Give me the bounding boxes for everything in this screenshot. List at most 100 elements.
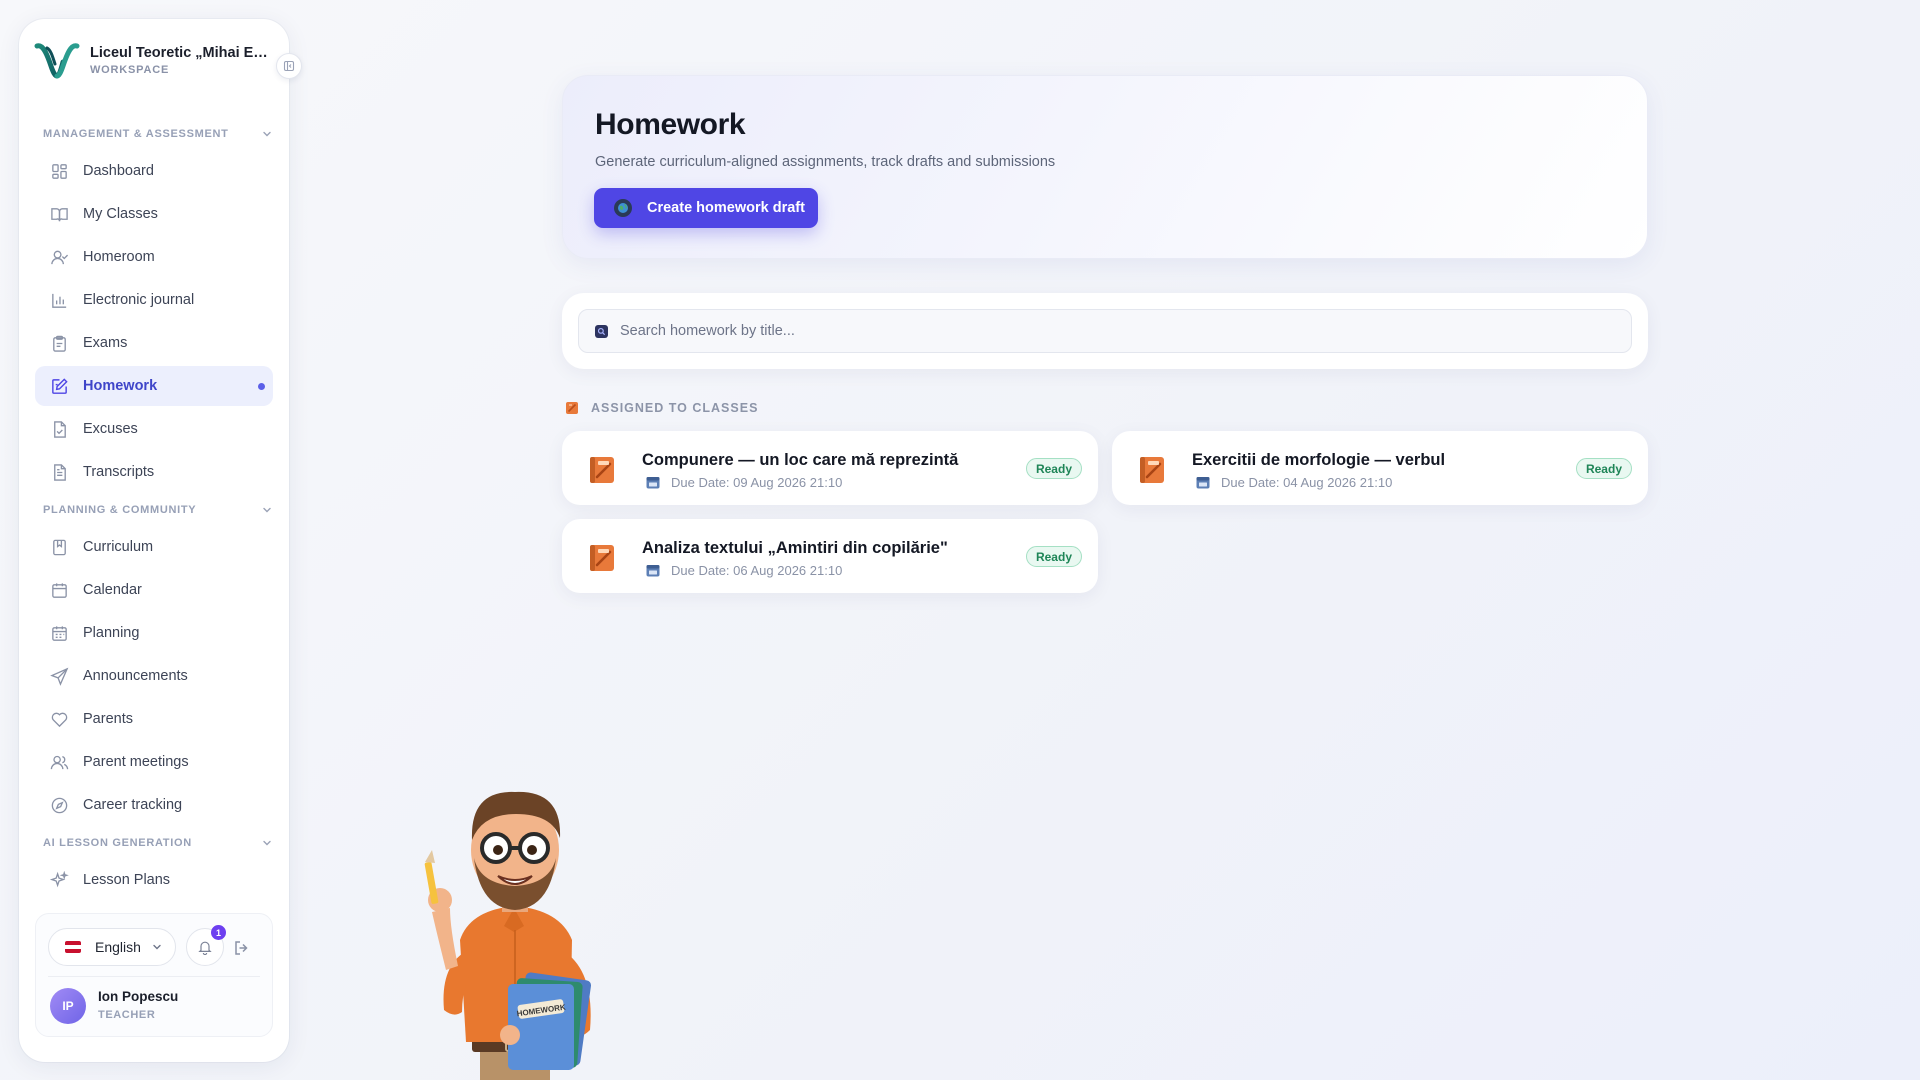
due-date-text: Due Date: 04 Aug 2026 21:10	[1221, 475, 1393, 490]
user-check-icon	[51, 250, 69, 264]
sidebar-item-exams[interactable]: Exams	[35, 323, 273, 363]
section-title: PLANNING & COMMUNITY	[43, 504, 197, 516]
bookmark-icon	[53, 539, 66, 555]
workspace-label: WORKSPACE	[90, 63, 170, 76]
school-logo-icon	[34, 43, 80, 79]
sidebar-item-homework[interactable]: Homework	[35, 366, 273, 406]
clipboard-icon	[53, 335, 66, 352]
sidebar-item-label: Parents	[83, 711, 133, 727]
assigned-section-header: ASSIGNED TO CLASSES	[565, 401, 758, 415]
sidebar-item-my-classes[interactable]: My Classes	[35, 194, 273, 234]
homework-title: Exercitii de morfologie — verbul	[1192, 451, 1446, 469]
chevron-down-icon	[153, 944, 161, 950]
create-homework-draft-button[interactable]: Create homework draft	[594, 188, 818, 228]
sidebar-item-announcements[interactable]: Announcements	[35, 656, 273, 696]
sidebar-item-label: Transcripts	[83, 464, 155, 480]
homework-due-date: Due Date: 06 Aug 2026 21:10	[646, 563, 842, 578]
bell-icon	[198, 941, 212, 955]
sidebar-item-label: Homework	[83, 378, 158, 394]
homework-book-icon	[1140, 457, 1164, 483]
sidebar-item-parent-meetings[interactable]: Parent meetings	[35, 742, 273, 782]
homework-book-icon	[590, 545, 614, 571]
flag-icon	[65, 941, 81, 953]
notifications-button[interactable]: 1	[186, 925, 226, 966]
create-button-label: Create homework draft	[647, 200, 805, 216]
file-text-icon	[54, 463, 66, 481]
homework-due-date: Due Date: 04 Aug 2026 21:10	[1196, 475, 1392, 490]
section-planning-community[interactable]: PLANNING & COMMUNITY	[43, 495, 273, 525]
due-date-text: Due Date: 06 Aug 2026 21:10	[671, 563, 843, 578]
compass-icon	[51, 797, 68, 813]
sidebar-item-lesson-plans[interactable]: Lesson Plans	[35, 860, 273, 900]
homework-title: Analiza textului „Amintiri din copilărie…	[642, 539, 948, 557]
sidebar-item-dashboard[interactable]: Dashboard	[35, 151, 273, 191]
calendar-icon	[1196, 477, 1210, 489]
section-management-assessment[interactable]: MANAGEMENT & ASSESSMENT	[43, 119, 273, 149]
search-card	[562, 293, 1648, 369]
sidebar-item-electronic-journal[interactable]: Electronic journal	[35, 280, 273, 320]
section-ai-lesson-generation[interactable]: AI LESSON GENERATION	[43, 828, 273, 858]
collapse-sidebar-button[interactable]	[276, 53, 302, 79]
sidebar-nav[interactable]: MANAGEMENT & ASSESSMENT Dashboard My Cla…	[19, 119, 289, 919]
brand[interactable]: Liceul Teoretic „Mihai Emi... WORKSPACE	[33, 36, 275, 84]
language-selector[interactable]: English	[48, 928, 176, 966]
homework-title: Compunere — un loc care mă reprezintă	[642, 451, 959, 469]
homework-card[interactable]: Compunere — un loc care mă reprezintă Du…	[562, 431, 1098, 505]
bar-chart-icon	[52, 293, 67, 308]
section-title: ASSIGNED TO CLASSES	[591, 401, 759, 415]
sidebar-item-label: Electronic journal	[83, 292, 195, 308]
homework-book-icon	[590, 457, 614, 483]
sidebar-item-career-tracking[interactable]: Career tracking	[35, 785, 273, 825]
active-indicator	[258, 383, 265, 390]
status-badge: Ready	[1575, 458, 1632, 479]
chevron-down-icon	[263, 131, 271, 137]
edit-icon	[52, 377, 68, 394]
homework-due-date: Due Date: 09 Aug 2026 21:10	[646, 475, 842, 490]
sidebar-item-label: Announcements	[83, 668, 188, 684]
search-input[interactable]	[620, 323, 1520, 339]
sparkles-icon	[50, 870, 69, 887]
sidebar-item-label: Career tracking	[83, 797, 183, 813]
avatar[interactable]: IP	[50, 988, 86, 1024]
sidebar-item-planning[interactable]: Planning	[35, 613, 273, 653]
sidebar-item-label: My Classes	[83, 206, 158, 222]
user-name: Ion Popescu	[98, 989, 179, 1004]
school-name: Liceul Teoretic „Mihai Emi...	[90, 44, 272, 61]
sidebar-item-label: Curriculum	[83, 539, 154, 555]
page-header-card: Homework Generate curriculum-aligned ass…	[562, 75, 1648, 259]
sidebar-item-excuses[interactable]: Excuses	[35, 409, 273, 449]
book-icon	[566, 402, 578, 414]
heart-icon	[51, 712, 68, 727]
search-icon	[595, 324, 608, 338]
sidebar-item-label: Planning	[83, 625, 140, 641]
logout-icon[interactable]	[232, 938, 252, 958]
send-icon	[50, 667, 69, 686]
sidebar-item-calendar[interactable]: Calendar	[35, 570, 273, 610]
homework-card[interactable]: Analiza textului „Amintiri din copilărie…	[562, 519, 1098, 593]
sidebar-item-label: Exams	[83, 335, 128, 351]
homework-card[interactable]: Exercitii de morfologie — verbul Due Dat…	[1112, 431, 1648, 505]
sidebar-item-transcripts[interactable]: Transcripts	[35, 452, 273, 492]
sidebar-item-label: Homeroom	[83, 249, 155, 265]
search-field[interactable]	[578, 309, 1632, 353]
chevron-down-icon	[263, 840, 271, 846]
calendar-icon	[52, 582, 67, 598]
calendar-icon	[646, 565, 660, 577]
sidebar-item-label: Lesson Plans	[83, 872, 171, 888]
notification-count-badge: 1	[211, 925, 226, 940]
book-open-icon	[51, 207, 68, 221]
calendar-icon	[646, 477, 660, 489]
due-date-text: Due Date: 09 Aug 2026 21:10	[671, 475, 843, 490]
sidebar-collapse-icon	[283, 60, 295, 72]
sidebar-item-homeroom[interactable]: Homeroom	[35, 237, 273, 277]
globe-icon	[614, 199, 632, 217]
sidebar-item-parents[interactable]: Parents	[35, 699, 273, 739]
sidebar-item-label: Excuses	[83, 421, 138, 437]
sidebar: Liceul Teoretic „Mihai Emi... WORKSPACE …	[19, 19, 289, 1062]
section-title: MANAGEMENT & ASSESSMENT	[43, 128, 229, 140]
sidebar-footer: English 1 IP Ion Popescu TEACHER	[35, 913, 273, 1037]
status-badge: Ready	[1025, 546, 1082, 567]
divider	[48, 976, 260, 977]
sidebar-item-curriculum[interactable]: Curriculum	[35, 527, 273, 567]
file-check-icon	[54, 420, 66, 438]
